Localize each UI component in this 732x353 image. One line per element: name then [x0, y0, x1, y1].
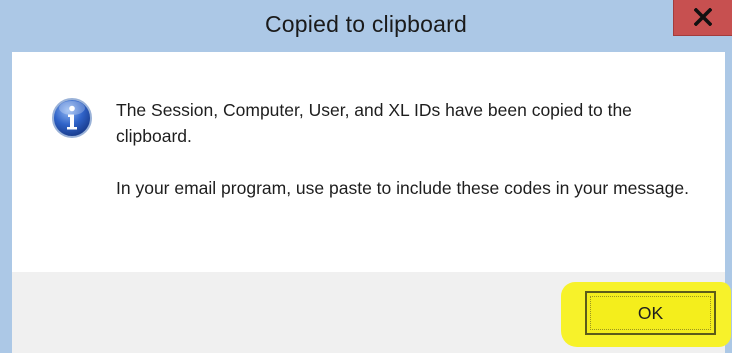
close-button[interactable] [673, 0, 732, 36]
ok-button[interactable]: OK [585, 291, 716, 335]
focus-rect [590, 296, 711, 330]
dialog-window: Copied to clipboard The Session, Compute… [0, 0, 732, 353]
title-bar[interactable]: Copied to clipboard [0, 0, 732, 52]
close-icon [694, 8, 712, 26]
message-line-1: The Session, Computer, User, and XL IDs … [116, 100, 632, 146]
info-icon [52, 98, 92, 138]
dialog-title: Copied to clipboard [265, 11, 467, 37]
message-line-2: In your email program, use paste to incl… [116, 178, 689, 198]
dialog-content: The Session, Computer, User, and XL IDs … [12, 52, 725, 272]
dialog-message: The Session, Computer, User, and XL IDs … [116, 97, 696, 201]
